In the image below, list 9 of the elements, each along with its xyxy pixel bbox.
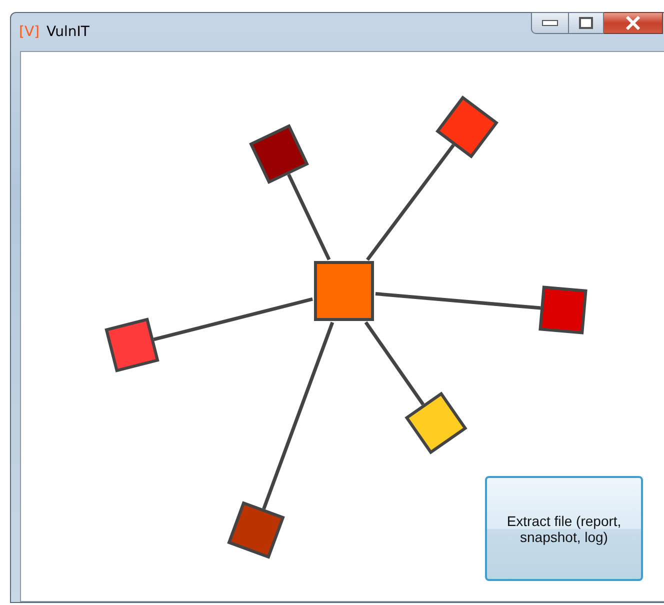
window-title: VulnIT	[46, 24, 90, 40]
minimize-icon	[542, 20, 558, 26]
minimize-button[interactable]	[531, 12, 569, 34]
maximize-button[interactable]	[569, 12, 604, 34]
app-logo: [V]	[19, 24, 40, 40]
extract-button[interactable]: Extract file (report, snapshot, log)	[485, 476, 643, 581]
maximize-icon	[579, 17, 593, 29]
close-button[interactable]	[604, 12, 663, 34]
close-icon	[625, 16, 641, 30]
